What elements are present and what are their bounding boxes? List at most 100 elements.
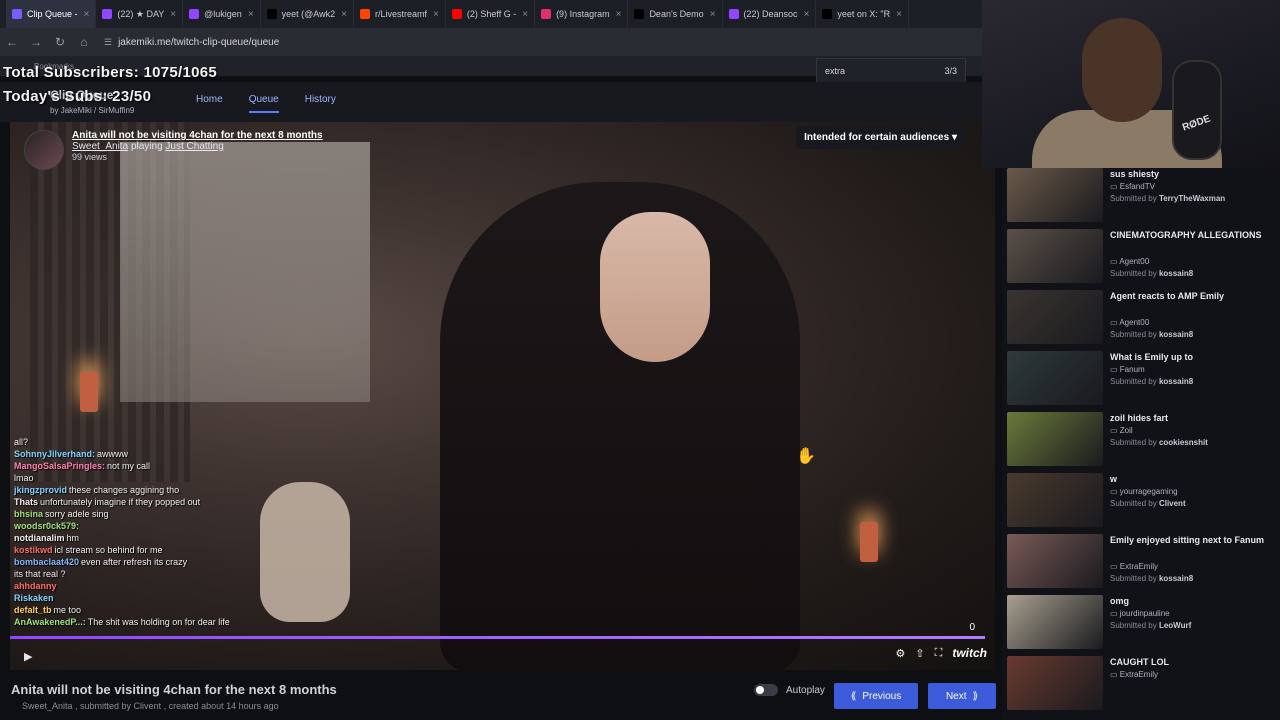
mouse-cursor-icon: ✋: [796, 448, 816, 465]
site-info-icon[interactable]: ☰: [104, 37, 112, 48]
fullscreen-icon[interactable]: ⛶: [935, 647, 943, 660]
queue-item[interactable]: Agent reacts to AMP Emily ▭ Agent00 Submit…: [1007, 290, 1277, 346]
queue-title: omg: [1110, 596, 1129, 606]
queue-channel-name: ExtraEmily: [1119, 562, 1159, 571]
channel-link[interactable]: Sweet_Anita: [72, 141, 128, 152]
channel-icon: ▭: [1110, 487, 1120, 496]
submitter-name: LeoWurf: [1158, 621, 1192, 630]
browser-tab[interactable]: yeet on X: "R ×: [816, 0, 909, 28]
chat-username: bombaclaat420: [14, 557, 80, 567]
chat-username: bhsina: [14, 509, 44, 519]
channel-avatar[interactable]: [24, 130, 64, 170]
browser-tab[interactable]: Dean's Demo ×: [628, 0, 723, 28]
browser-tab[interactable]: Clip Queue - ×: [6, 0, 97, 28]
previous-icon: ⟪: [850, 690, 857, 702]
queue-thumbnail[interactable]: [1007, 534, 1103, 588]
footer-clip-meta: Sweet_Anita , submitted by Clivent , cre…: [22, 701, 279, 711]
browser-tab[interactable]: r/Livestreamf ×: [354, 0, 446, 28]
queue-item[interactable]: zoil hides fart ▭ Zoil Submitted by cookie…: [1007, 412, 1277, 468]
back-icon[interactable]: ←: [0, 35, 24, 49]
close-tab-icon[interactable]: ×: [341, 9, 347, 20]
browser-tab[interactable]: yeet (@Awk2 ×: [261, 0, 354, 28]
queue-title: CAUGHT LOL: [1110, 657, 1169, 667]
find-input[interactable]: extra: [825, 66, 845, 76]
queue-item[interactable]: CINEMATOGRAPHY ALLEGATIONS ▭ Agent00 Submi…: [1007, 229, 1277, 285]
tab-label: (22) Deansoc: [743, 9, 798, 19]
queue-item[interactable]: Emily enjoyed sitting next to Fanum ▭ Ext…: [1007, 534, 1277, 590]
address-bar[interactable]: ☰ jakemiki.me/twitch-clip-queue/queue: [104, 32, 804, 52]
chat-text: me too: [53, 605, 82, 615]
queue-thumbnail[interactable]: [1007, 595, 1103, 649]
tab-favicon-icon: [822, 9, 833, 19]
queue-thumbnail[interactable]: [1007, 656, 1103, 710]
channel-icon: ▭: [1110, 182, 1120, 191]
queue-thumbnail[interactable]: [1007, 412, 1103, 466]
author-link[interactable]: SirMuffin9: [98, 106, 134, 115]
queue-title: CINEMATOGRAPHY ALLEGATIONS: [1110, 230, 1262, 240]
submitted-by-label: Submitted by: [1110, 330, 1157, 339]
autoplay-toggle[interactable]: [754, 684, 778, 696]
nav-home[interactable]: Home: [196, 94, 223, 113]
close-tab-icon[interactable]: ×: [616, 9, 622, 20]
tab-favicon-icon: [189, 9, 200, 19]
close-tab-icon[interactable]: ×: [248, 9, 254, 20]
submitter-name: kossain8: [1158, 269, 1194, 278]
chevron-down-icon: ▾: [951, 132, 957, 143]
queue-item[interactable]: sus shiesty ▭ EsfandTV Submitted by TerryT…: [1007, 168, 1277, 224]
nav-history[interactable]: History: [305, 94, 336, 113]
next-icon: ⟫: [972, 690, 979, 702]
submitted-by-label: Submitted by: [1110, 621, 1157, 630]
close-tab-icon[interactable]: ×: [804, 9, 810, 20]
game-link[interactable]: Just Chatting: [165, 141, 223, 152]
close-tab-icon[interactable]: ×: [84, 9, 90, 20]
channel-icon: ▭: [1110, 562, 1120, 571]
audience-dropdown[interactable]: Intended for certain audiences ▾: [796, 126, 965, 149]
clip-title[interactable]: Anita will not be visiting 4chan for the…: [72, 130, 323, 141]
queue-sidebar: sus shiesty ▭ EsfandTV Submitted by TerryT…: [1002, 168, 1280, 720]
home-icon[interactable]: ⌂: [72, 35, 96, 49]
queue-channel: ▭ Agent00: [1110, 318, 1149, 327]
previous-button[interactable]: ⟪ Previous: [834, 683, 918, 709]
progress-bar[interactable]: [10, 636, 985, 639]
settings-icon[interactable]: ⚙: [896, 647, 906, 660]
today-subs-overlay: Today's Subs: 23/50: [3, 88, 152, 105]
browser-tab[interactable]: (22) ★ DAY ×: [96, 0, 184, 28]
clip-info: Anita will not be visiting 4chan for the…: [24, 130, 323, 170]
nav-queue[interactable]: Queue: [248, 94, 279, 113]
queue-channel-name: EsfandTV: [1119, 182, 1155, 191]
clip-footer: Anita will not be visiting 4chan for the…: [0, 670, 996, 720]
share-icon[interactable]: ⇧: [915, 647, 924, 660]
queue-item[interactable]: omg ▭ jourdinpauline Submitted by LeoWurf: [1007, 595, 1277, 651]
author-link[interactable]: JakeMiki: [61, 106, 92, 115]
autoplay-control[interactable]: Autoplay: [754, 684, 825, 696]
queue-thumbnail[interactable]: [1007, 290, 1103, 344]
browser-tab[interactable]: @lukigen ×: [183, 0, 261, 28]
find-bar[interactable]: extra 3/3: [816, 58, 966, 84]
close-tab-icon[interactable]: ×: [433, 9, 439, 20]
forward-icon[interactable]: →: [24, 35, 48, 49]
scene-candle: [860, 522, 878, 562]
browser-tab[interactable]: (22) Deansoc ×: [723, 0, 817, 28]
queue-item[interactable]: w ▭ yourragegaming Submitted by Clivent: [1007, 473, 1277, 529]
queue-item[interactable]: CAUGHT LOL ▭ ExtraEmily: [1007, 656, 1277, 712]
browser-tab[interactable]: (2) Sheff G - ×: [446, 0, 536, 28]
play-icon[interactable]: ▶: [24, 650, 32, 663]
queue-thumbnail[interactable]: [1007, 168, 1103, 222]
view-counter: 0: [969, 622, 975, 633]
close-tab-icon[interactable]: ×: [522, 9, 528, 20]
close-tab-icon[interactable]: ×: [896, 9, 902, 20]
close-tab-icon[interactable]: ×: [710, 9, 716, 20]
queue-channel-name: ExtraEmily: [1119, 670, 1159, 679]
queue-title: w: [1110, 474, 1118, 484]
browser-tab[interactable]: (9) Instagram ×: [535, 0, 629, 28]
next-button[interactable]: Next ⟫: [928, 683, 996, 709]
twitch-logo[interactable]: twitch: [952, 646, 987, 660]
chat-message: bombaclaat420 even after refresh its craz…: [14, 556, 274, 568]
queue-item[interactable]: What is Emily up to ▭ Fanum Submitted by k…: [1007, 351, 1277, 407]
queue-thumbnail[interactable]: [1007, 351, 1103, 405]
queue-thumbnail[interactable]: [1007, 473, 1103, 527]
microphone: [1172, 60, 1222, 160]
queue-thumbnail[interactable]: [1007, 229, 1103, 283]
close-tab-icon[interactable]: ×: [170, 9, 176, 20]
reload-icon[interactable]: ↻: [48, 35, 72, 49]
